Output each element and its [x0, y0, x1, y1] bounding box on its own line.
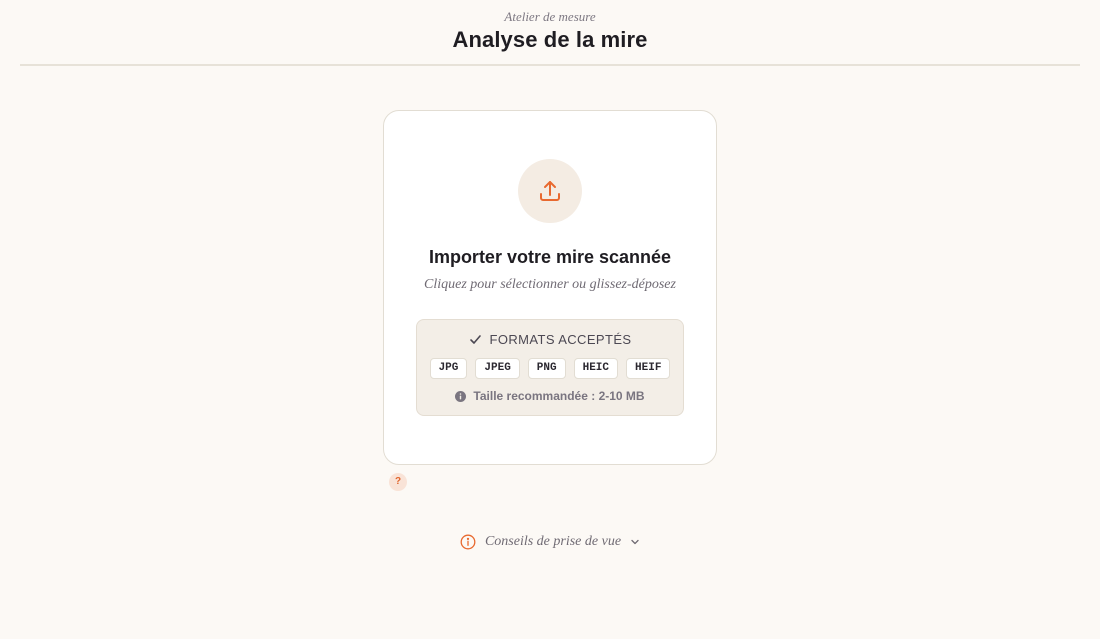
info-circle-icon: [460, 534, 476, 550]
page-eyebrow: Atelier de mesure: [504, 9, 596, 24]
format-chip-heic: HEIC: [573, 358, 619, 379]
format-chip-jpeg: JPEG: [475, 358, 520, 379]
page-header: Atelier de mesure Analyse de la mire: [20, 0, 1080, 66]
formats-heading-label: FORMATS ACCEPTÉS: [489, 332, 632, 347]
upload-icon-circle: [518, 159, 582, 223]
page-title: Analyse de la mire: [452, 27, 648, 52]
info-icon: [455, 390, 467, 402]
formats-heading: FORMATS ACCEPTÉS: [417, 332, 683, 347]
help-button[interactable]: ?: [389, 473, 407, 491]
shooting-tips-label: Conseils de prise de vue: [484, 534, 622, 549]
format-chip-png: PNG: [527, 358, 566, 379]
format-chip-heif: HEIF: [626, 358, 671, 379]
size-note-label: Taille recommandée : 2-10 MB: [473, 389, 645, 403]
check-icon: [469, 335, 481, 344]
upload-subtitle: Cliquez pour sélectionner ou glissez-dép…: [424, 277, 676, 292]
upload-dropzone[interactable]: Importer votre mire scannée Cliquez pour…: [383, 110, 717, 465]
format-chip-list: JPG JPEG PNG HEIC HEIF: [417, 358, 683, 379]
upload-icon: [540, 181, 560, 201]
size-recommendation: Taille recommandée : 2-10 MB: [417, 389, 683, 403]
upload-title: Importer votre mire scannée: [428, 247, 672, 267]
chevron-down-icon: [631, 539, 639, 545]
format-chip-jpg: JPG: [429, 358, 468, 379]
shooting-tips-toggle[interactable]: Conseils de prise de vue: [0, 534, 1100, 550]
accepted-formats-panel: FORMATS ACCEPTÉS JPG JPEG PNG HEIC HEIF …: [416, 319, 684, 416]
